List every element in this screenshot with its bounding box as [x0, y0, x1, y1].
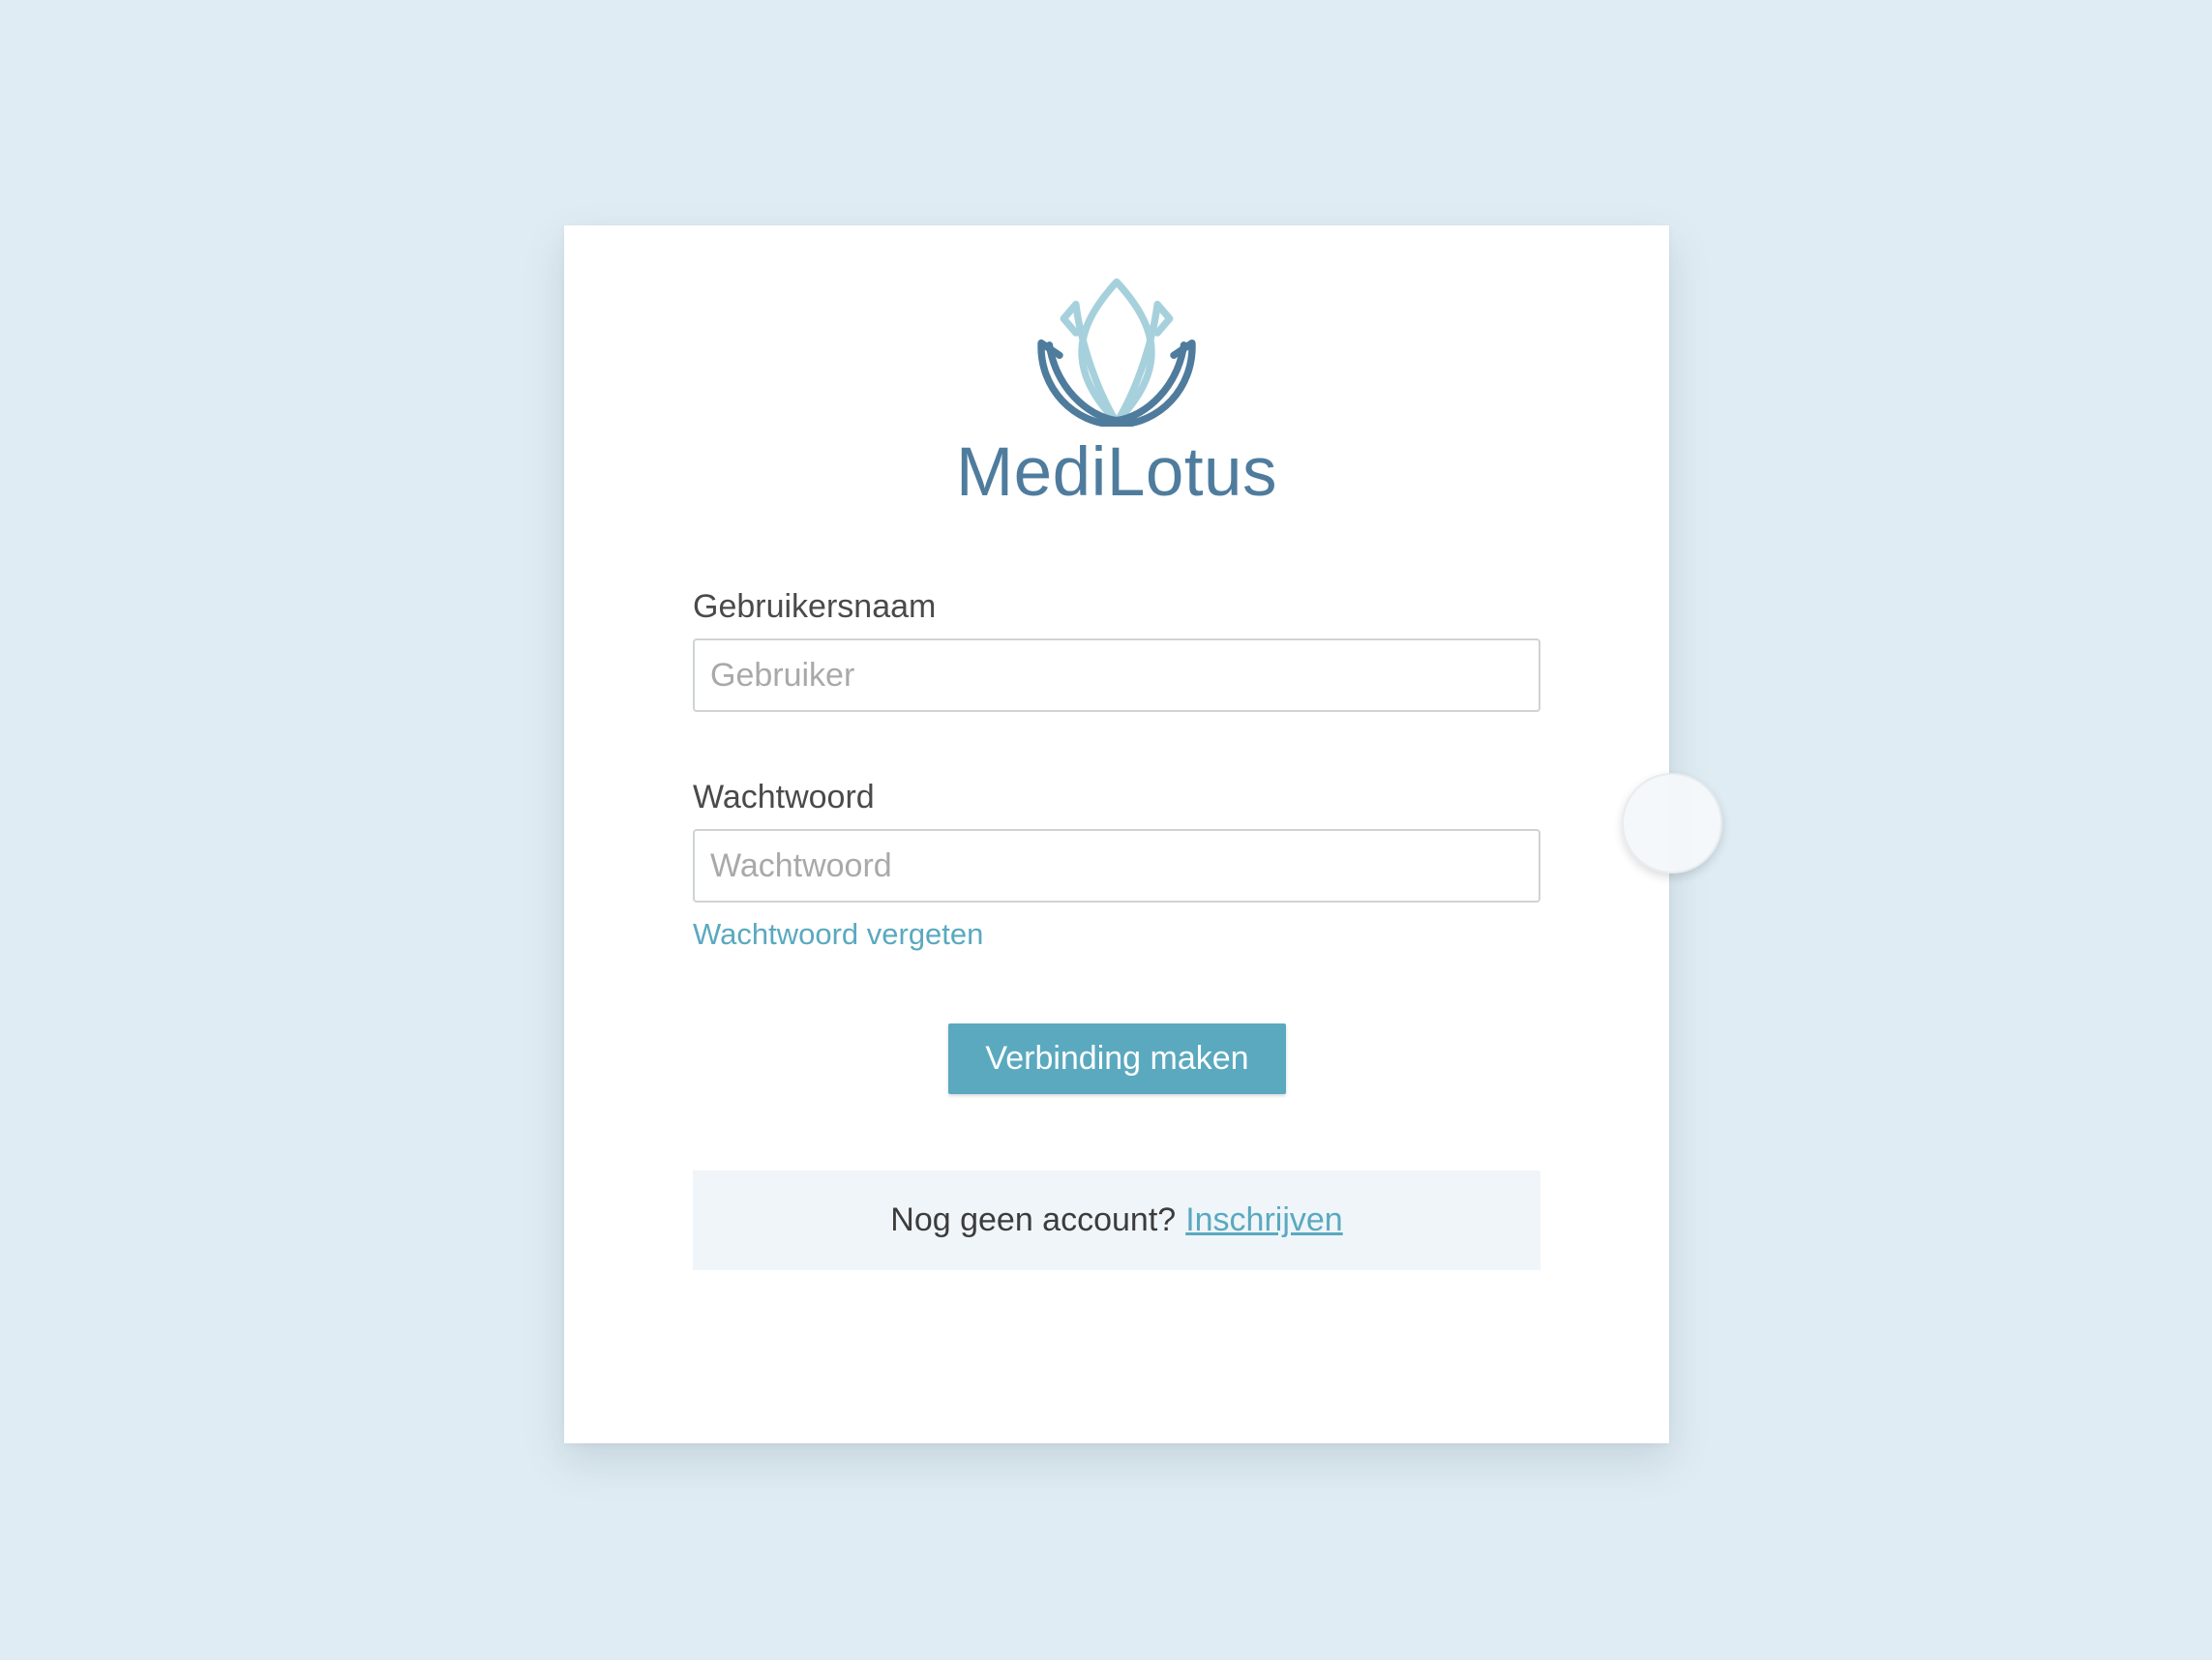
signup-link[interactable]: Inschrijven [1185, 1201, 1343, 1239]
connect-button[interactable]: Verbinding maken [948, 1023, 1286, 1094]
forgot-password-link[interactable]: Wachtwoord vergeten [693, 917, 983, 952]
signup-box: Nog geen account? Inschrijven [693, 1171, 1540, 1270]
username-input[interactable] [693, 638, 1540, 712]
lotus-icon [1037, 278, 1196, 427]
password-input[interactable] [693, 829, 1540, 903]
password-label: Wachtwoord [693, 779, 875, 815]
touch-indicator [1622, 773, 1722, 874]
username-label: Gebruikersnaam [693, 588, 937, 625]
signup-prompt: Nog geen account? [890, 1201, 1177, 1238]
login-card: MediLotus Gebruikersnaam Wachtwoord Wach… [564, 225, 1669, 1443]
brand-name: MediLotus [955, 434, 1278, 511]
